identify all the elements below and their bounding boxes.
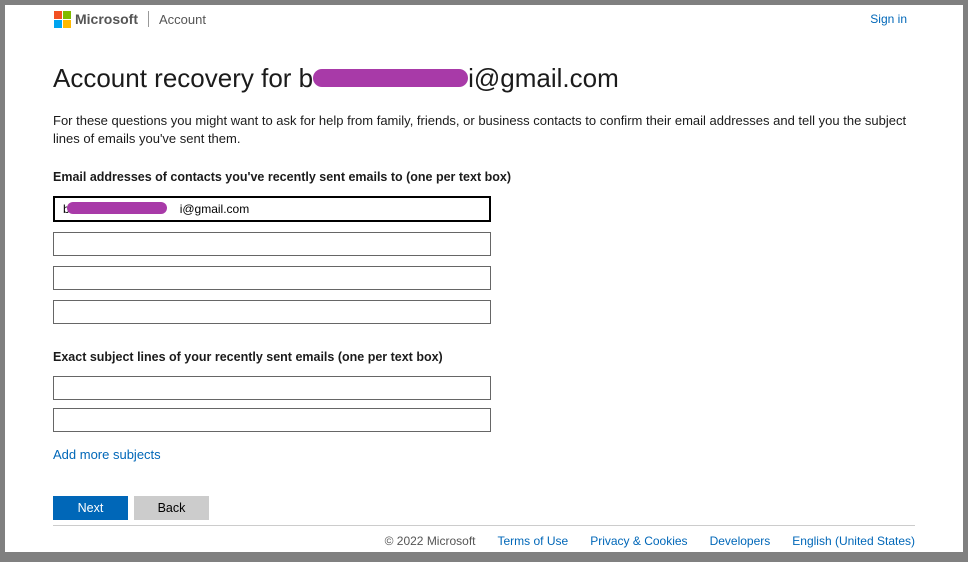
page-title: Account recovery for b i@gmail.com — [53, 63, 915, 94]
brand-label: Microsoft — [75, 11, 138, 27]
microsoft-logo-icon — [53, 10, 71, 28]
intro-text: For these questions you might want to as… — [53, 112, 915, 148]
header-divider — [148, 11, 149, 27]
next-button[interactable]: Next — [53, 496, 128, 520]
contact-input-1[interactable] — [53, 196, 491, 222]
signin-link[interactable]: Sign in — [870, 12, 907, 26]
section-label: Account — [159, 12, 206, 27]
contacts-label: Email addresses of contacts you've recen… — [53, 170, 915, 184]
contact-input-1-wrap — [53, 196, 491, 222]
contact-input-2[interactable] — [53, 232, 491, 256]
language-link[interactable]: English (United States) — [792, 534, 915, 548]
copyright-text: © 2022 Microsoft — [385, 534, 476, 548]
subject-inputs — [53, 376, 915, 432]
footer: © 2022 Microsoft Terms of Use Privacy & … — [53, 525, 915, 552]
title-prefix: Account recovery for b — [53, 63, 313, 93]
title-suffix: i@gmail.com — [468, 63, 619, 93]
privacy-link[interactable]: Privacy & Cookies — [590, 534, 687, 548]
subjects-label: Exact subject lines of your recently sen… — [53, 350, 915, 364]
redacted-text — [313, 69, 468, 87]
header: Microsoft Account Sign in — [5, 5, 963, 33]
contact-inputs — [53, 196, 915, 324]
subject-input-2[interactable] — [53, 408, 491, 432]
contact-input-4[interactable] — [53, 300, 491, 324]
back-button[interactable]: Back — [134, 496, 209, 520]
developers-link[interactable]: Developers — [710, 534, 771, 548]
contact-input-3[interactable] — [53, 266, 491, 290]
window: Microsoft Account Sign in Account recove… — [5, 5, 963, 552]
add-more-subjects-link[interactable]: Add more subjects — [53, 447, 161, 462]
terms-link[interactable]: Terms of Use — [498, 534, 569, 548]
content: Account recovery for b i@gmail.com For th… — [5, 33, 963, 525]
button-row: Next Back — [53, 496, 915, 520]
subject-input-1[interactable] — [53, 376, 491, 400]
